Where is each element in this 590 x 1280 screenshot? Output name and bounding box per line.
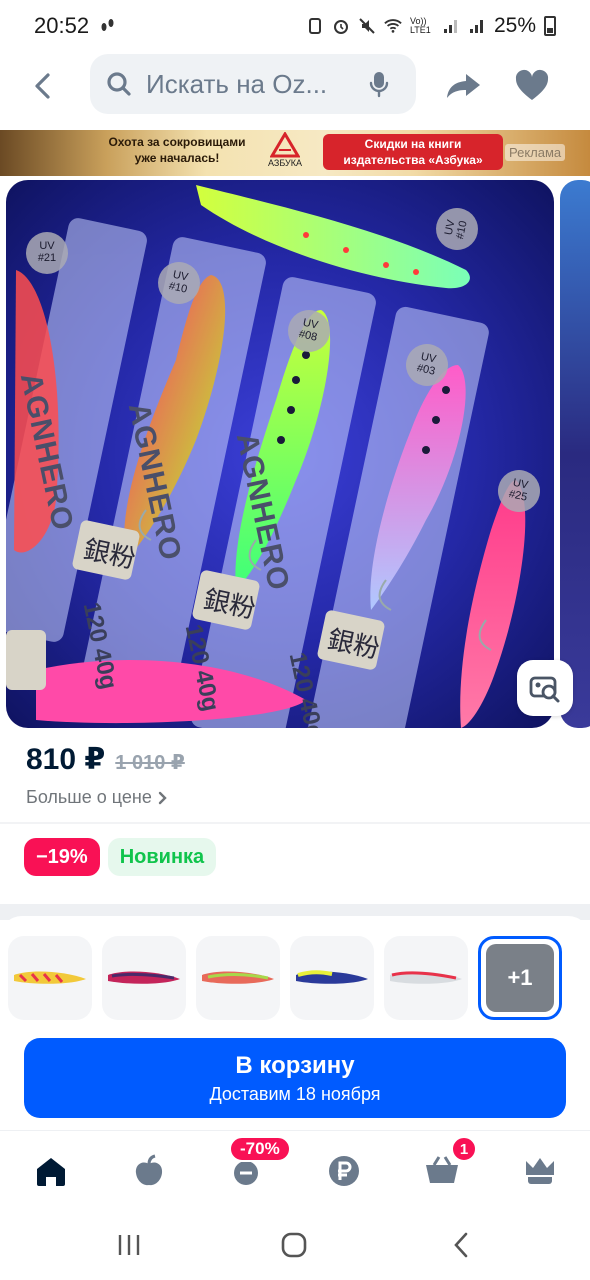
nav-fresh[interactable] [129, 1151, 169, 1191]
home-circle-icon [281, 1232, 307, 1258]
promo-badge: -70% [229, 1136, 291, 1162]
variant-thumb-2[interactable] [102, 936, 186, 1020]
variant-more-label: +1 [486, 944, 554, 1012]
cart-icon [426, 1156, 458, 1183]
banner-promo-box: Скидки на книги издательства «Азбука» [323, 134, 503, 170]
product-badges: −19% Новинка [24, 838, 217, 876]
cart-count-badge: 1 [451, 1136, 477, 1162]
lure-thumbnail [108, 971, 180, 984]
recent-apps-button[interactable] [114, 1230, 144, 1260]
image-search-icon [529, 676, 560, 703]
network-label: Vo)) LTE1 [409, 16, 431, 35]
search-icon [107, 72, 131, 96]
azbuka-logo-text: АЗБУКА [267, 158, 302, 168]
chevron-right-icon [158, 791, 167, 804]
banner-text-line1: Охота за сокровищами [108, 135, 246, 149]
azbuka-logo-icon [269, 131, 301, 158]
back-system-button[interactable] [446, 1230, 476, 1260]
variant-thumb-5[interactable] [384, 936, 468, 1020]
search-placeholder: Искать на Oz... [146, 68, 328, 99]
price-old: 1 010 ₽ [115, 752, 185, 774]
add-to-cart-button[interactable]: В корзину Доставим 18 ноября [24, 1038, 566, 1118]
lure-thumbnail [14, 971, 86, 984]
top-bar: Искать на Oz... [0, 54, 590, 116]
microphone-icon[interactable] [368, 70, 390, 98]
apple-icon [135, 1154, 163, 1186]
favorite-button[interactable] [514, 68, 550, 104]
banner-promo-line2: издательства «Азбука» [343, 153, 483, 167]
variant-thumb-3[interactable] [196, 936, 280, 1020]
home-system-button[interactable] [279, 1230, 309, 1260]
share-button[interactable] [444, 68, 484, 104]
lure-thumbnail [390, 971, 462, 984]
back-system-icon [454, 1232, 468, 1258]
bottom-navigation [0, 1130, 590, 1210]
battery-icon [544, 16, 556, 36]
nav-finance[interactable] [324, 1151, 364, 1191]
variant-more-button[interactable]: +1 [478, 936, 562, 1020]
search-input[interactable]: Искать на Oz... [90, 54, 416, 114]
nav-home[interactable] [31, 1151, 71, 1191]
nav-profile[interactable] [520, 1151, 560, 1191]
new-badge: Новинка [107, 838, 217, 876]
signal-icon [443, 20, 457, 33]
wifi-icon [384, 19, 402, 33]
price-block: 810 ₽ 1 010 ₽ Больше о цене [26, 742, 566, 808]
next-image-preview[interactable] [560, 180, 590, 728]
ruble-icon [329, 1156, 359, 1186]
delivery-date: Доставим 18 ноября [209, 1084, 381, 1104]
product-image-gallery[interactable]: UV #21 UV #10 UV #08 UV #03 UV #25 UV #1… [6, 180, 554, 728]
share-arrow-icon [447, 74, 480, 98]
lure-thumbnail [296, 970, 368, 984]
banner-promo-line1: Скидки на книги [364, 137, 462, 151]
banner-text-line2: уже началась! [134, 151, 220, 165]
more-price-link[interactable]: Больше о цене [26, 787, 566, 808]
footsteps-icon [101, 19, 114, 31]
ad-label: Реклама [505, 144, 566, 161]
variant-selector: +1 [8, 936, 562, 1020]
variant-thumb-1[interactable] [8, 936, 92, 1020]
price-current: 810 ₽ [26, 743, 106, 776]
signal-2-icon [469, 20, 483, 33]
uv-label-1: UV #21 [26, 232, 68, 274]
variant-thumb-4[interactable] [290, 936, 374, 1020]
azbuka-logo: АЗБУКА [262, 131, 308, 174]
divider [0, 822, 590, 824]
discount-badge: −19% [24, 838, 100, 876]
status-time: 20:52 [34, 13, 90, 38]
ad-banner[interactable]: Охота за сокровищами уже началась! АЗБУК… [0, 130, 590, 176]
lure-thumbnail [202, 971, 274, 984]
recent-apps-icon [118, 1235, 140, 1255]
home-icon [37, 1158, 65, 1186]
alarm-icon [333, 20, 348, 34]
add-to-cart-label: В корзину [235, 1052, 355, 1079]
more-price-label: Больше о цене [26, 787, 152, 807]
profile-crown-icon [526, 1158, 554, 1184]
battery-percent: 25% [493, 14, 536, 37]
image-search-button[interactable] [517, 660, 573, 716]
chevron-left-icon [35, 73, 50, 99]
back-button[interactable] [24, 68, 60, 104]
heart-icon [515, 69, 549, 100]
sim-icon [308, 18, 321, 34]
system-navigation [0, 1210, 590, 1280]
status-bar: 20:52 Vo)) LTE1 25% [0, 0, 590, 52]
mute-icon [359, 18, 375, 34]
